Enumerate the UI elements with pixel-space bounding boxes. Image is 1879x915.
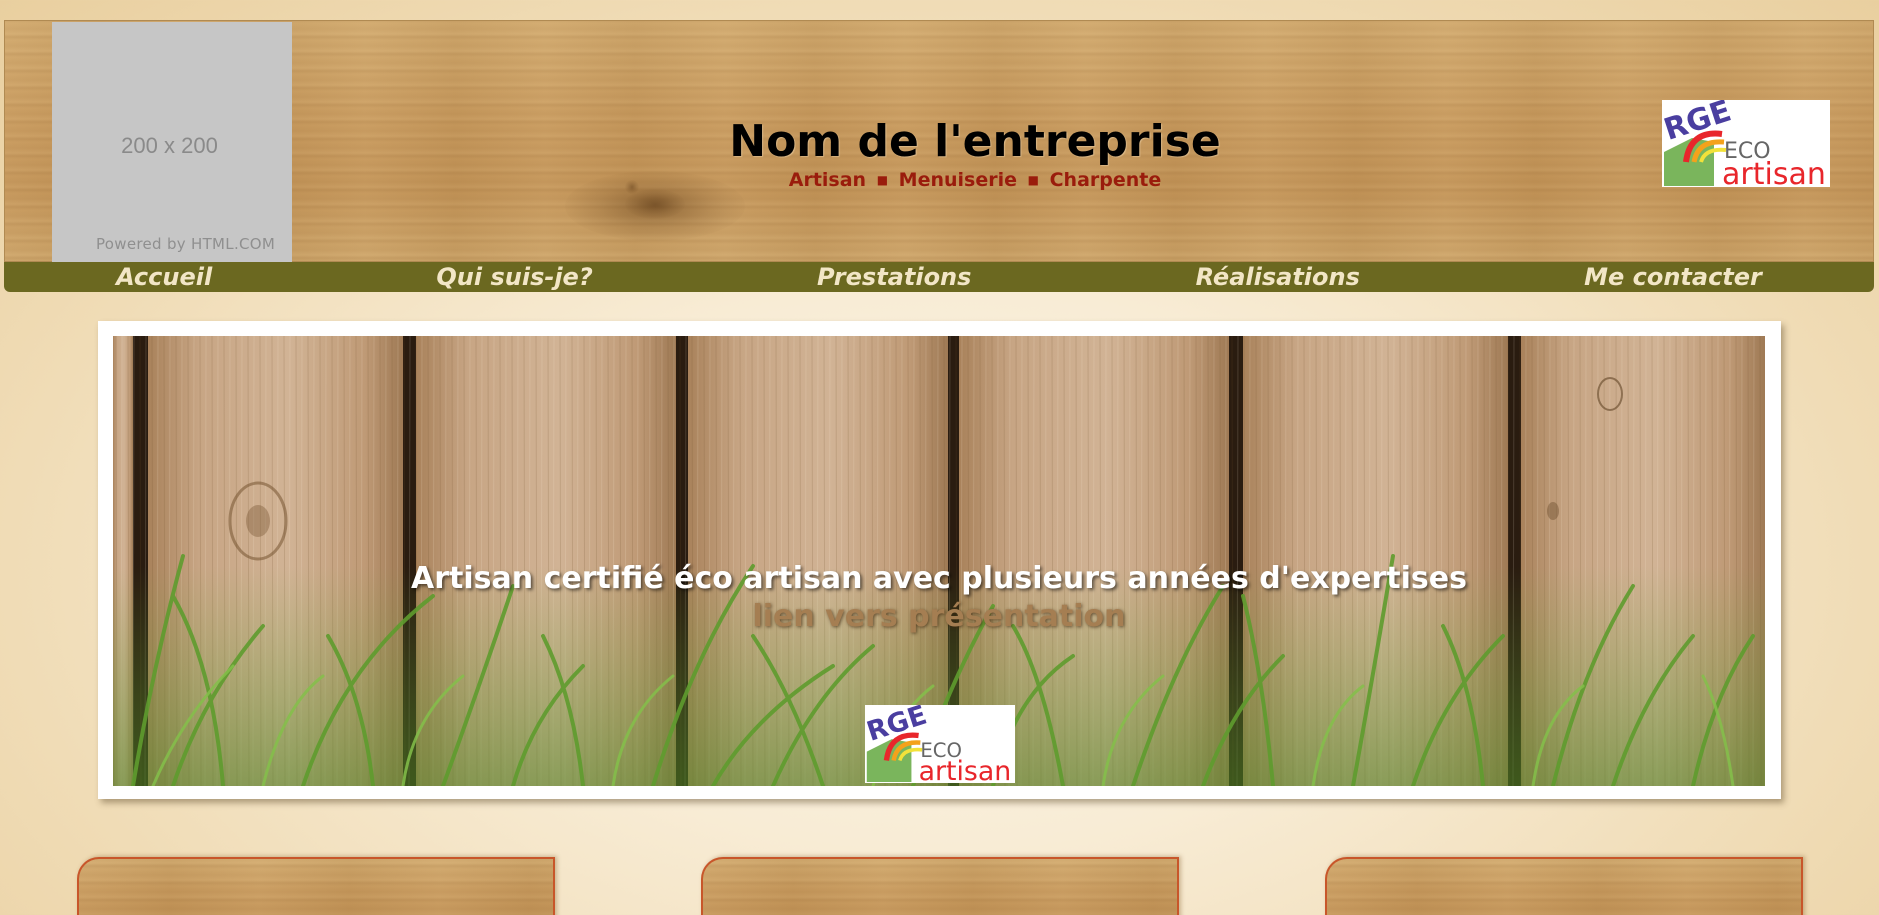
hero-frame: Artisan certifié éco artisan avec plusie… — [98, 321, 1781, 799]
content-card — [77, 857, 555, 915]
placeholder-powered-label: Powered by HTML.COM — [96, 235, 276, 253]
content-card — [701, 857, 1179, 915]
nav-accueil[interactable]: Accueil — [116, 262, 212, 292]
badge-artisan-text: artisan — [919, 756, 1012, 783]
nav-prestations[interactable]: Prestations — [817, 262, 971, 292]
nav-me-contacter[interactable]: Me contacter — [1584, 262, 1762, 292]
tagline-item: Menuiserie — [898, 169, 1017, 191]
site-header: 200 x 200 Powered by HTML.COM Nom de l'e… — [4, 20, 1874, 262]
nav-realisations[interactable]: Réalisations — [1196, 262, 1360, 292]
tagline-item: Artisan — [788, 169, 867, 191]
hero-title: Artisan certifié éco artisan avec plusie… — [411, 561, 1467, 596]
square-bullet-icon: ■ — [876, 173, 889, 187]
hero-banner: Artisan certifié éco artisan avec plusie… — [113, 336, 1765, 786]
tagline-item: Charpente — [1049, 169, 1162, 191]
hero-presentation-link[interactable]: lien vers présentation — [752, 598, 1125, 636]
nav-qui-suis-je[interactable]: Qui suis-je? — [436, 262, 592, 292]
main-nav: Accueil Qui suis-je? Prestations Réalisa… — [4, 262, 1874, 292]
rge-eco-artisan-logo: RGE ECO artisan — [865, 705, 1015, 783]
content-card — [1325, 857, 1803, 915]
square-bullet-icon: ■ — [1027, 173, 1039, 187]
company-block: Nom de l'entreprise Artisan ■ Menuiserie… — [5, 117, 1879, 193]
badge-artisan-text: artisan — [1722, 157, 1826, 187]
rge-eco-artisan-logo: RGE ECO artisan — [1662, 100, 1830, 187]
hero-text-block: Artisan certifié éco artisan avec plusie… — [113, 560, 1765, 636]
company-tagline: Artisan ■ Menuiserie ■ Charpente — [5, 167, 1879, 193]
rge-logo-graphic: RGE ECO artisan — [1662, 100, 1826, 187]
rge-logo-graphic: RGE ECO artisan — [865, 705, 1012, 783]
company-name: Nom de l'entreprise — [729, 116, 1221, 167]
